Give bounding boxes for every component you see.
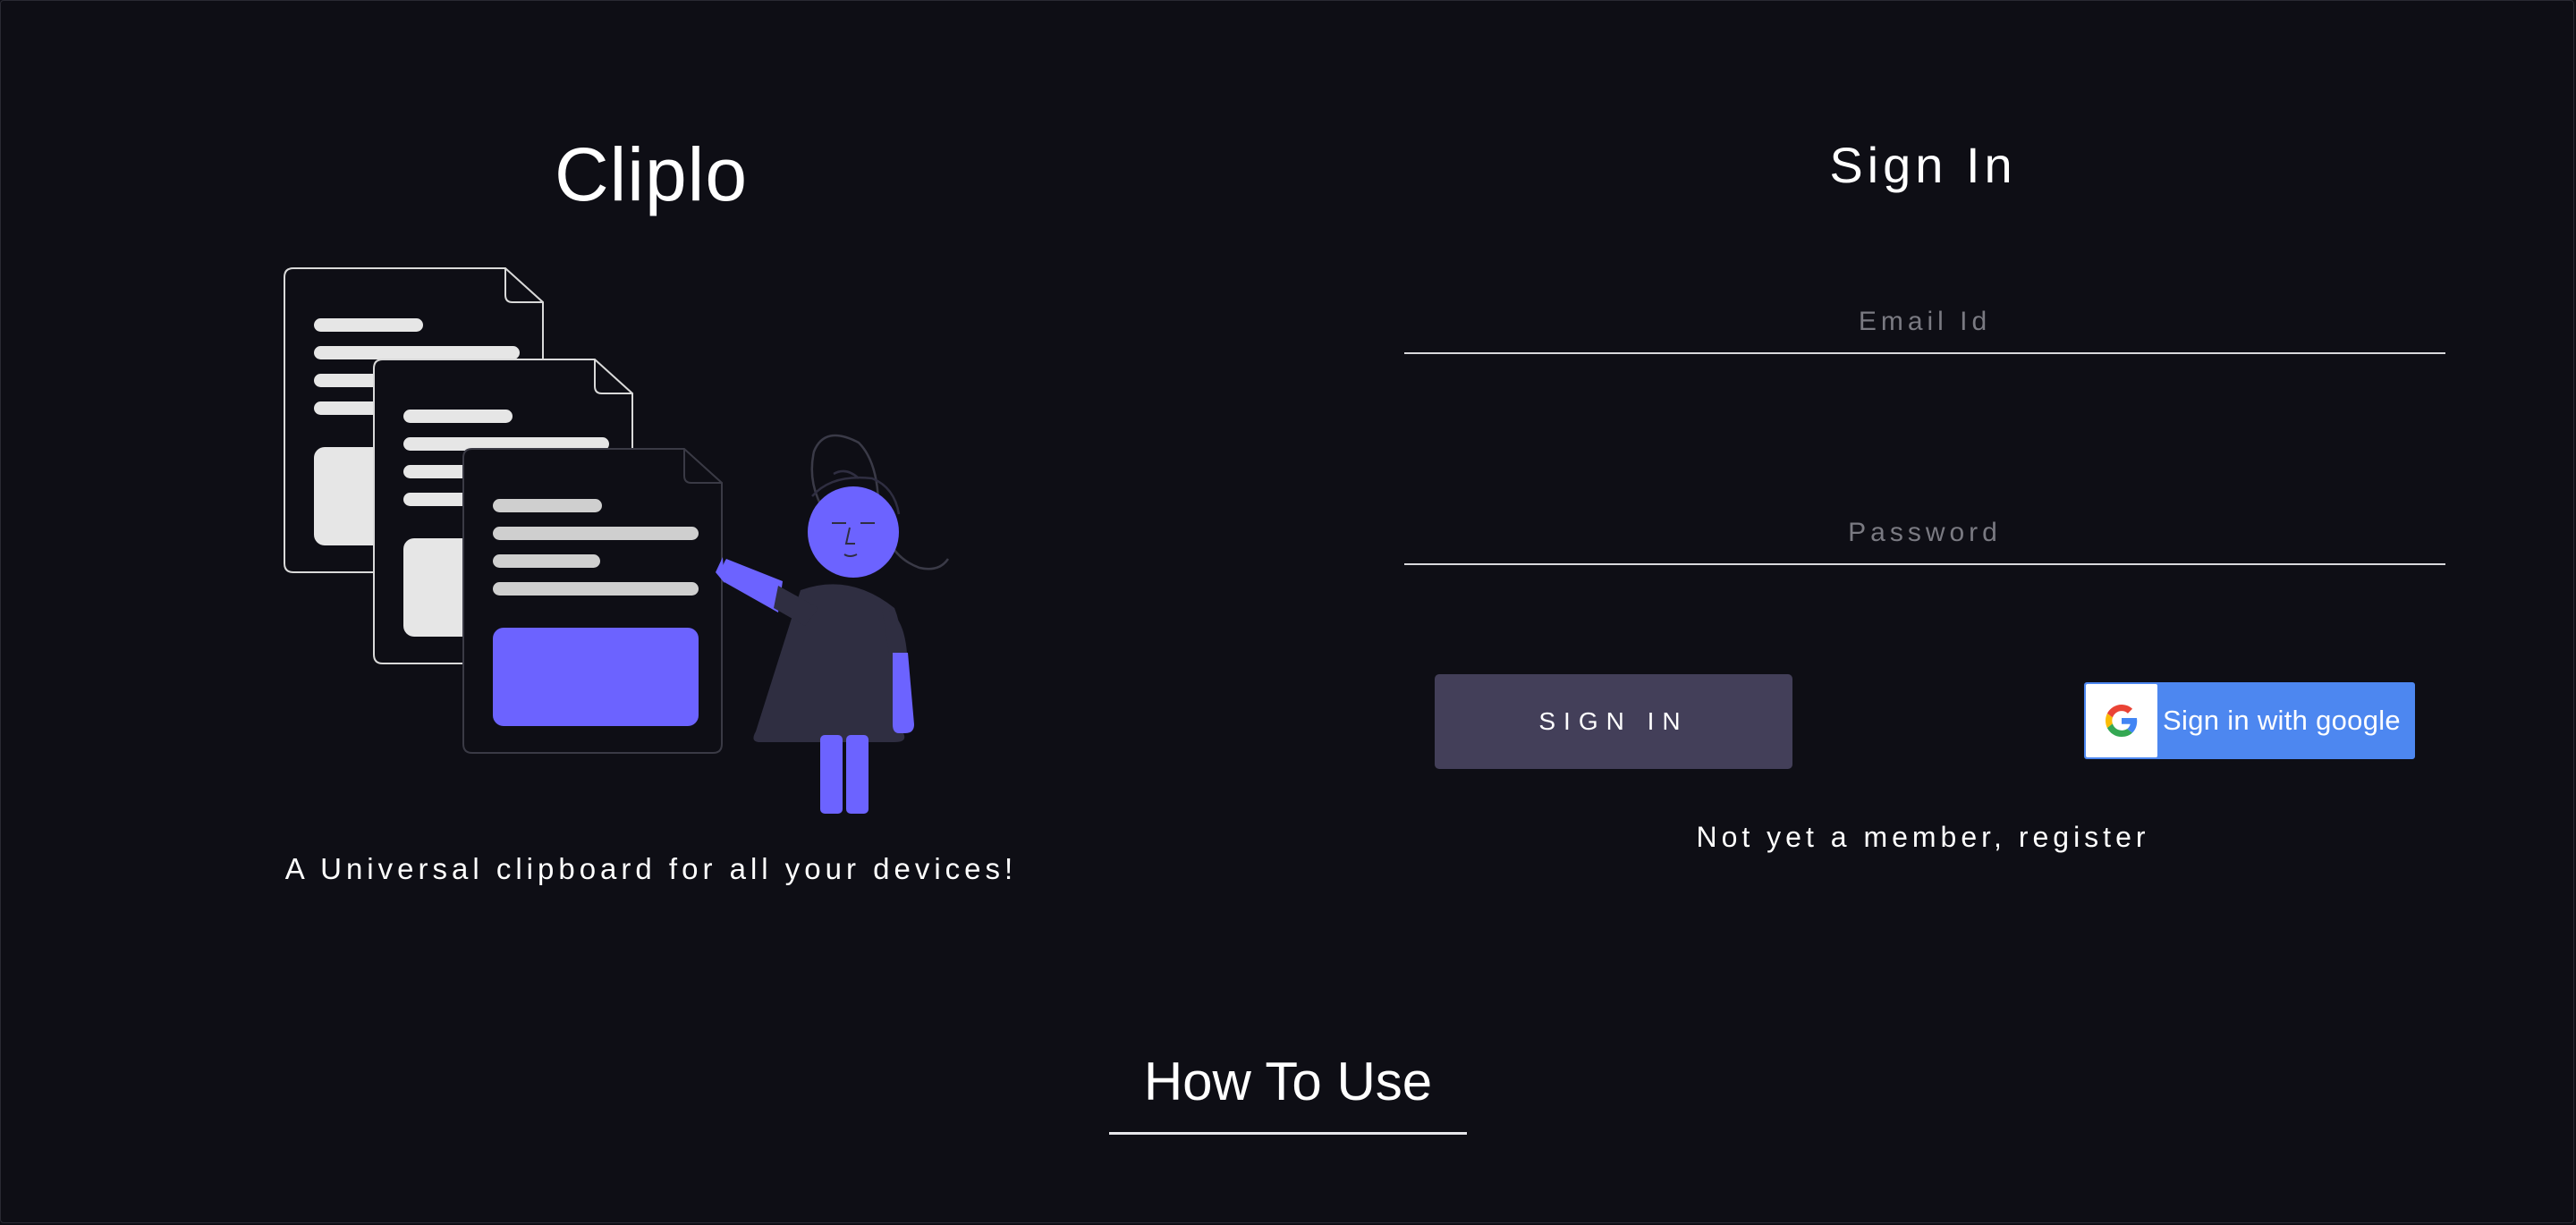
google-logo-box [2086,684,2157,757]
brand-title: Cliplo [554,132,749,216]
person-figure [716,434,950,814]
signin-button[interactable]: SIGN IN [1435,674,1792,769]
password-field[interactable] [1404,503,2445,565]
documents-and-person-illustration [284,267,950,814]
document-front [462,448,723,754]
tagline: A Universal clipboard for all your devic… [284,852,1018,885]
how-to-use-underline [1109,1132,1467,1135]
email-field[interactable] [1404,291,2445,354]
google-g-icon [2106,705,2138,737]
google-signin-label: Sign in with google [2163,705,2401,736]
signin-title: Sign In [1829,137,2017,193]
how-to-use-heading: How To Use [1143,1052,1433,1111]
register-link[interactable]: Not yet a member, register [1342,817,2504,857]
brand-panel: Cliplo A Universal clipboard for all you… [0,0,1302,984]
how-to-use-section: How To Use [1109,1044,1467,1135]
google-signin-button[interactable]: Sign in with google [2084,682,2415,759]
signin-panel: Sign In SIGN IN Sign in with google Not … [1342,0,2504,984]
